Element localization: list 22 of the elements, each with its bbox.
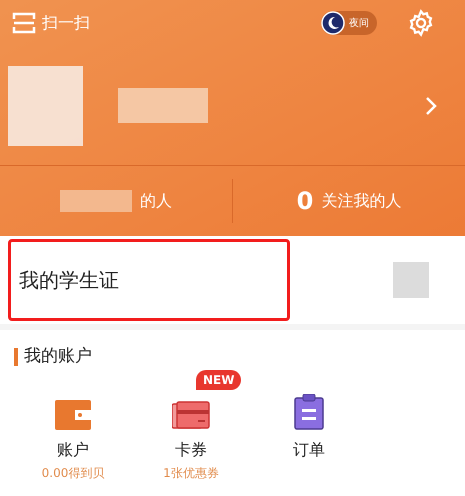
new-badge: NEW: [196, 370, 242, 390]
wallet-icon: [55, 400, 91, 430]
moon-icon: [321, 11, 345, 35]
accent-bar: [14, 348, 18, 366]
student-card-item[interactable]: 我的学生证: [8, 239, 290, 321]
scan-icon: [12, 11, 36, 35]
chevron-right-icon[interactable]: [425, 96, 437, 116]
item-subtitle: 0.00得到贝: [42, 464, 104, 482]
night-mode-toggle[interactable]: 夜间: [321, 11, 377, 35]
item-label: 账户: [57, 438, 89, 460]
item-subtitle: 1张优惠券: [163, 464, 219, 482]
student-card-title: 我的学生证: [19, 267, 119, 294]
account-item[interactable]: 账户 0.00得到贝: [14, 392, 132, 482]
section-title: 我的账户: [24, 345, 92, 368]
item-label: 订单: [293, 438, 325, 460]
card-icon: [172, 400, 210, 430]
account-item[interactable]: 订单: [250, 392, 368, 482]
blurred-thumbnail: [393, 262, 429, 298]
item-label: 卡券: [175, 438, 207, 460]
clipboard-icon: [294, 394, 324, 430]
stat-count: 0: [296, 186, 314, 217]
settings-icon[interactable]: [407, 9, 435, 37]
